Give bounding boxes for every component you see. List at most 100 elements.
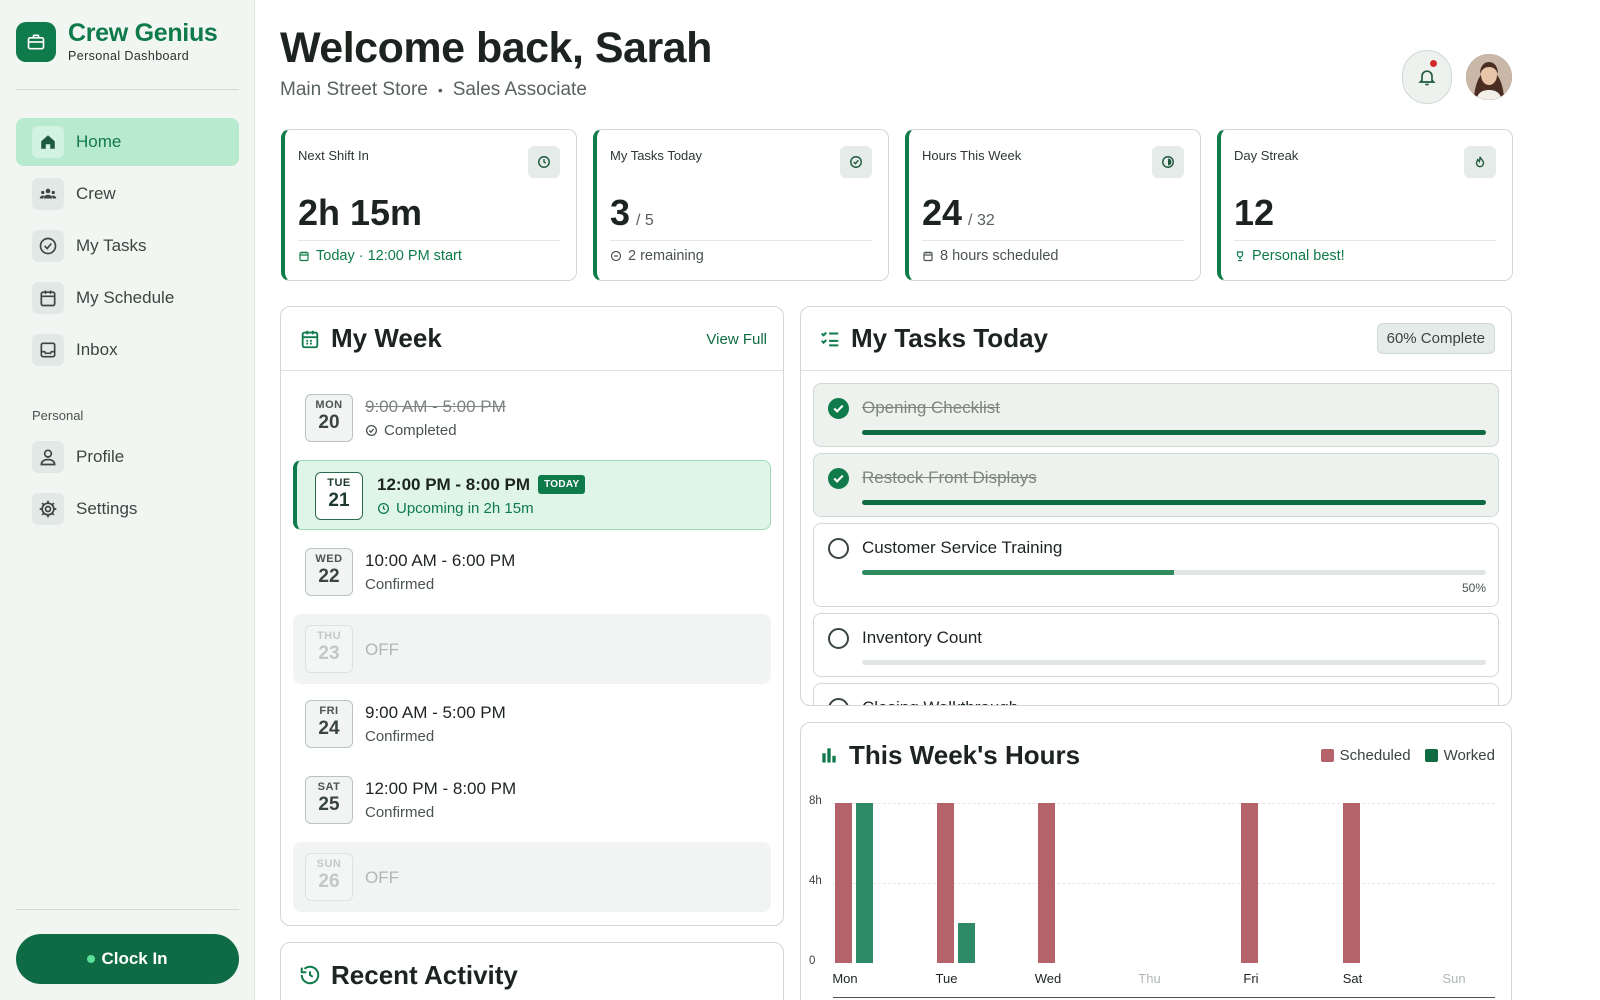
checkbox-icon[interactable]: [828, 628, 849, 649]
header-subline: Main Street Store • Sales Associate: [280, 79, 587, 101]
flame-icon: [1464, 146, 1496, 178]
shift-time: 12:00 PM - 8:00 PM TODAY: [377, 475, 586, 495]
inbox-icon: [32, 334, 64, 366]
sidebar-item-label: Profile: [76, 447, 125, 466]
shift-status: Confirmed: [365, 728, 435, 745]
task-percent: 50%: [1461, 581, 1486, 595]
clock-icon: [377, 502, 390, 515]
sidebar-item-label: Crew: [76, 184, 116, 203]
sidebar-item-my-tasks[interactable]: My Tasks: [16, 222, 239, 270]
view-full-link[interactable]: View Full: [706, 331, 767, 348]
schedule-day-mon[interactable]: MON 20 9:00 AM - 5:00 PM Completed: [293, 383, 771, 453]
clock-in-button[interactable]: Clock In: [16, 934, 239, 984]
bar-scheduled-mon: [835, 803, 852, 963]
schedule-day-tue[interactable]: TUE 21 12:00 PM - 8:00 PM TODAY Upcoming …: [293, 460, 771, 530]
y-tick-label: 8h: [809, 795, 822, 807]
check-icon[interactable]: [828, 398, 849, 419]
sidebar-section-personal: Personal: [32, 408, 84, 423]
stat-value: 12: [1234, 192, 1275, 233]
bell-icon: [1418, 70, 1436, 86]
sidebar: Crew Genius Personal Dashboard Home Crew…: [0, 0, 255, 1000]
task-item[interactable]: Customer Service Training 50%: [813, 523, 1499, 607]
role-name: Sales Associate: [452, 79, 587, 100]
gridline: [833, 883, 1495, 884]
task-item[interactable]: Inventory Count: [813, 613, 1499, 677]
bar-scheduled-fri: [1241, 803, 1258, 963]
sidebar-item-home[interactable]: Home: [16, 118, 239, 166]
stat-divider: [1234, 240, 1496, 241]
brand-name: Crew Genius: [68, 19, 218, 47]
stat-footer: 8 hours scheduled: [922, 248, 1059, 264]
checkbox-icon[interactable]: [828, 538, 849, 559]
sidebar-item-profile[interactable]: Profile: [16, 433, 239, 481]
stat-card-next-shift: Next Shift In 2h 15m Today · 12:00 PM st…: [281, 129, 577, 281]
shift-status: Completed: [365, 422, 457, 439]
stat-title: Day Streak: [1234, 148, 1299, 163]
off-label: OFF: [365, 868, 399, 887]
schedule-day-thu[interactable]: THU 23 OFF: [293, 614, 771, 684]
stat-divider: [298, 240, 560, 241]
check-circle-icon: [365, 424, 378, 437]
schedule-day-sat[interactable]: SAT 25 12:00 PM - 8:00 PM Confirmed: [293, 765, 771, 835]
schedule-day-sun[interactable]: SUN 26 OFF: [293, 842, 771, 912]
progress-circle-icon: [610, 250, 622, 262]
shift-time: 9:00 AM - 5:00 PM: [365, 397, 506, 416]
bar-worked-mon: [856, 803, 873, 963]
stat-title: My Tasks Today: [610, 148, 703, 163]
sidebar-item-settings[interactable]: Settings: [16, 485, 239, 533]
check-icon[interactable]: [828, 468, 849, 489]
sidebar-item-label: Home: [76, 132, 122, 151]
schedule-day-fri[interactable]: FRI 24 9:00 AM - 5:00 PM Confirmed: [293, 689, 771, 759]
sidebar-divider: [16, 909, 239, 910]
date-box: SUN 26: [305, 853, 353, 901]
legend-item-worked: Worked: [1424, 747, 1495, 764]
checkbox-icon[interactable]: [828, 698, 849, 705]
users-icon: [32, 178, 64, 210]
sidebar-item-label: Inbox: [76, 340, 118, 359]
x-tick-label: Wed: [1034, 971, 1062, 986]
task-name: Inventory Count: [862, 628, 983, 647]
stat-title: Hours This Week: [922, 148, 1022, 163]
task-name: Customer Service Training: [862, 538, 1063, 557]
briefcase-icon: [16, 21, 56, 62]
avatar[interactable]: [1466, 54, 1512, 100]
calendar-icon: [32, 282, 64, 314]
x-tick-label: Mon: [832, 971, 858, 986]
check-circle-icon: [840, 146, 872, 178]
my-tasks-panel: My Tasks Today 60% Complete Opening Chec…: [800, 306, 1512, 706]
shift-time: 10:00 AM - 6:00 PM: [365, 551, 516, 570]
stat-card-hours: Hours This Week 24/ 32 8 hours scheduled: [905, 129, 1201, 281]
calendar-icon: [301, 330, 319, 348]
shift-time: 12:00 PM - 8:00 PM: [365, 779, 517, 798]
stat-value: 2h 15m: [298, 192, 423, 233]
task-item[interactable]: Closing Walkthrough: [813, 683, 1499, 705]
sidebar-item-my-schedule[interactable]: My Schedule: [16, 274, 239, 322]
calendar-icon: [299, 251, 309, 262]
shift-status: Confirmed: [365, 804, 435, 821]
gear-icon: [32, 493, 64, 525]
history-icon: [300, 965, 320, 985]
schedule-day-wed[interactable]: WED 22 10:00 AM - 6:00 PM Confirmed: [293, 537, 771, 607]
x-tick-label: Thu: [1138, 971, 1161, 986]
my-week-panel: My Week View Full MON 20 9:00 AM - 5:00 …: [280, 306, 784, 926]
stat-footer: Personal best!: [1234, 248, 1345, 264]
task-item[interactable]: Restock Front Displays: [813, 453, 1499, 517]
task-item[interactable]: Opening Checklist: [813, 383, 1499, 447]
task-progress: [862, 500, 1486, 505]
page-title: Welcome back, Sarah: [280, 24, 712, 72]
task-name: Restock Front Displays: [862, 468, 1037, 487]
notifications-button[interactable]: [1402, 50, 1452, 104]
calendar-icon: [923, 251, 933, 262]
date-box: THU 23: [305, 625, 353, 673]
stat-divider: [922, 240, 1184, 241]
sidebar-item-crew[interactable]: Crew: [16, 170, 239, 218]
task-name: Closing Walkthrough: [862, 698, 1018, 705]
bar-chart-icon: [822, 748, 836, 763]
pie-icon: [1152, 146, 1184, 178]
stat-card-tasks: My Tasks Today 3/ 5 2 remaining: [593, 129, 889, 281]
stat-value: 24/ 32: [922, 192, 995, 233]
clock-icon: [528, 146, 560, 178]
separator-dot: •: [437, 82, 443, 98]
sidebar-item-inbox[interactable]: Inbox: [16, 326, 239, 374]
stat-value: 3/ 5: [610, 192, 654, 233]
